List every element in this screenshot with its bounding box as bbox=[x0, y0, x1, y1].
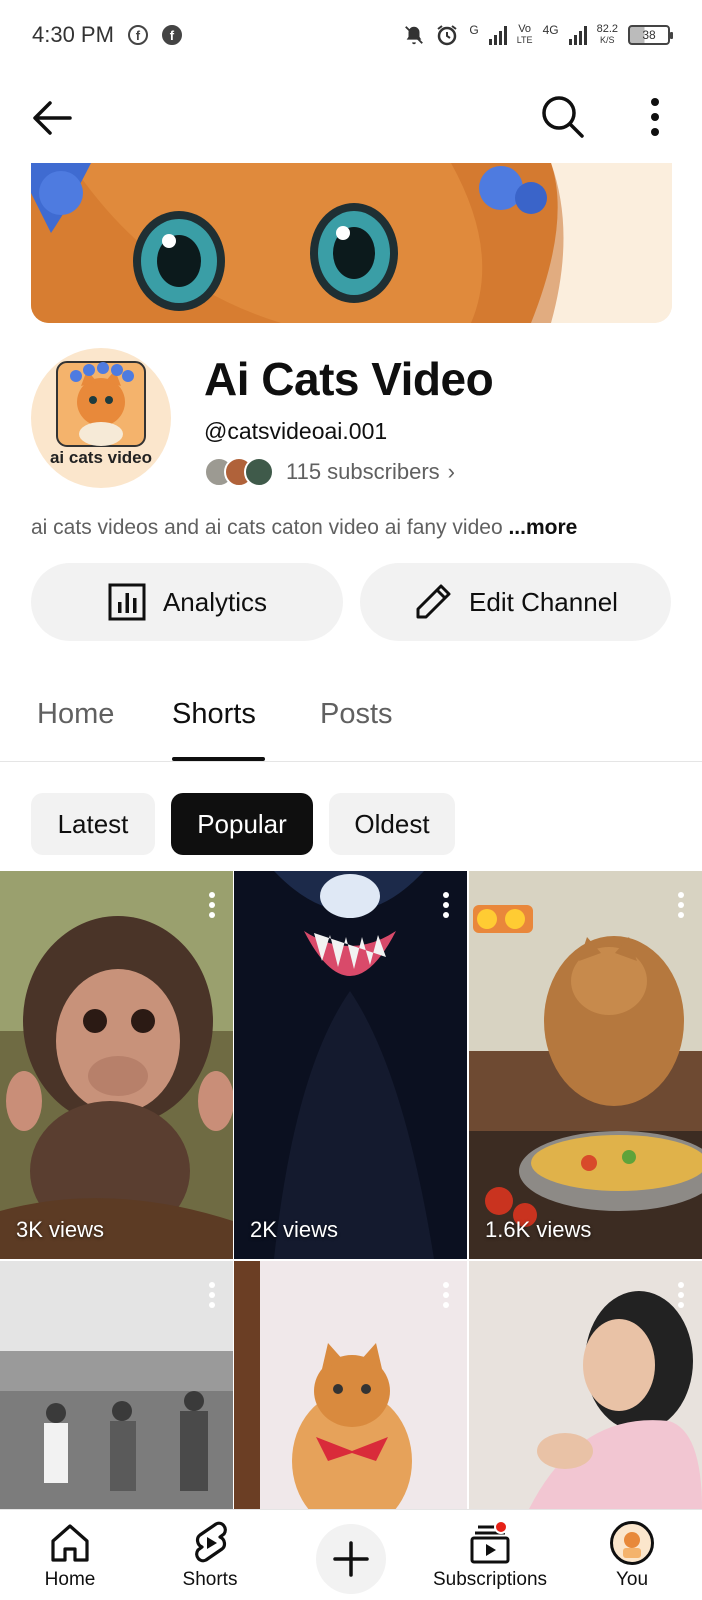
tab-posts[interactable]: Posts bbox=[320, 698, 393, 731]
battery-icon: 38 bbox=[628, 25, 673, 45]
you-avatar-icon bbox=[608, 1520, 656, 1566]
thumbnail-image bbox=[469, 871, 702, 1259]
more-vertical-icon[interactable] bbox=[207, 891, 217, 919]
nav-you-label: You bbox=[615, 1569, 649, 1590]
nav-home[interactable]: Home bbox=[32, 1510, 108, 1600]
more-vertical-icon[interactable] bbox=[441, 1281, 451, 1309]
thumbnail-image bbox=[0, 871, 233, 1259]
more-options-button[interactable] bbox=[640, 94, 670, 140]
mute-bell-icon bbox=[405, 26, 424, 45]
alarm-icon bbox=[437, 25, 457, 46]
nav-home-label: Home bbox=[44, 1569, 96, 1590]
home-icon bbox=[46, 1520, 94, 1566]
short-thumbnail[interactable] bbox=[234, 1261, 467, 1509]
search-button[interactable] bbox=[540, 94, 586, 140]
short-thumbnail[interactable] bbox=[0, 1261, 233, 1509]
view-count: 3K views bbox=[16, 1217, 105, 1242]
network-type-label: 4G bbox=[542, 23, 559, 37]
edit-channel-label: Edit Channel bbox=[469, 586, 618, 617]
nav-subscriptions-label: Subscriptions bbox=[432, 1569, 548, 1590]
chip-latest[interactable]: Latest bbox=[31, 793, 155, 855]
channel-name: Ai Cats Video bbox=[204, 353, 494, 405]
analytics-button[interactable]: Analytics bbox=[31, 563, 343, 641]
subscriptions-icon bbox=[466, 1520, 514, 1566]
signal-icon bbox=[488, 25, 507, 45]
chevron-right-icon: › bbox=[447, 459, 455, 484]
plus-icon bbox=[333, 1541, 369, 1577]
active-tab-indicator bbox=[172, 757, 265, 761]
channel-avatar[interactable]: ai cats video bbox=[31, 348, 171, 488]
edit-channel-button[interactable]: Edit Channel bbox=[360, 563, 671, 641]
nav-you[interactable]: You bbox=[602, 1510, 662, 1600]
more-vertical-icon[interactable] bbox=[441, 891, 451, 919]
back-arrow-icon bbox=[33, 101, 72, 135]
nav-subscriptions[interactable]: Subscriptions bbox=[424, 1510, 556, 1600]
tab-home[interactable]: Home bbox=[37, 698, 114, 731]
network-type-label: G bbox=[469, 23, 479, 37]
channel-description[interactable]: ai cats videos and ai cats caton video a… bbox=[31, 516, 671, 540]
more-vertical-icon[interactable] bbox=[676, 1281, 686, 1309]
back-button[interactable] bbox=[30, 96, 74, 140]
chip-popular[interactable]: Popular bbox=[171, 793, 313, 855]
tab-shorts[interactable]: Shorts bbox=[172, 698, 256, 731]
channel-tabs: Home Shorts Posts bbox=[0, 680, 702, 762]
chip-oldest[interactable]: Oldest bbox=[329, 793, 455, 855]
shorts-grid: 3K views 2K views 1.6K views bbox=[0, 871, 702, 1509]
thumbnail-image bbox=[469, 1261, 702, 1509]
analytics-label: Analytics bbox=[162, 586, 268, 617]
avatar-caption: ai cats video bbox=[49, 448, 153, 467]
more-vertical-icon bbox=[651, 98, 659, 136]
facebook-icon: f bbox=[127, 25, 148, 45]
thumbnail-image bbox=[234, 871, 467, 1259]
avatar bbox=[610, 1521, 654, 1565]
status-time: 4:30 PM bbox=[32, 22, 114, 47]
notification-dot bbox=[494, 1520, 508, 1534]
nav-shorts[interactable]: Shorts bbox=[172, 1510, 248, 1600]
channel-banner bbox=[31, 163, 672, 323]
volte-indicator: Vo LTE bbox=[516, 23, 533, 46]
network-speed: 82.2 K/S bbox=[596, 23, 618, 46]
more-vertical-icon[interactable] bbox=[207, 1281, 217, 1309]
subscriber-avatars bbox=[204, 455, 278, 489]
subscriber-avatar bbox=[244, 457, 274, 487]
status-bar: 4:30 PM f f G Vo LTE 4G 82.2 K/S 38 bbox=[0, 0, 702, 70]
signal-icon bbox=[568, 25, 587, 45]
channel-handle: @catsvideoai.001 bbox=[204, 418, 388, 444]
analytics-icon bbox=[108, 583, 146, 621]
pencil-icon bbox=[416, 584, 451, 619]
bottom-navigation: Home Shorts Subscriptions You bbox=[0, 1509, 702, 1600]
description-text: ai cats videos and ai cats caton video a… bbox=[31, 516, 509, 539]
facebook-icon: f bbox=[161, 25, 182, 45]
thumbnail-image bbox=[0, 1261, 233, 1509]
short-thumbnail[interactable]: 3K views bbox=[0, 871, 233, 1259]
top-app-bar bbox=[0, 80, 702, 154]
create-button[interactable] bbox=[316, 1524, 386, 1594]
description-more-link[interactable]: ...more bbox=[508, 516, 577, 539]
more-vertical-icon[interactable] bbox=[676, 891, 686, 919]
short-thumbnail[interactable] bbox=[469, 1261, 702, 1509]
subscriber-count: 115 subscribers bbox=[286, 459, 440, 484]
thumbnail-image bbox=[234, 1261, 467, 1509]
search-icon bbox=[542, 96, 584, 138]
shorts-icon bbox=[186, 1520, 234, 1566]
short-thumbnail[interactable]: 2K views bbox=[234, 871, 467, 1259]
view-count: 2K views bbox=[250, 1217, 339, 1242]
view-count: 1.6K views bbox=[485, 1217, 592, 1242]
banner-cat-image bbox=[31, 163, 672, 323]
short-thumbnail[interactable]: 1.6K views bbox=[469, 871, 702, 1259]
subscribers-row[interactable]: 115 subscribers › bbox=[204, 454, 455, 490]
nav-shorts-label: Shorts bbox=[182, 1569, 238, 1590]
